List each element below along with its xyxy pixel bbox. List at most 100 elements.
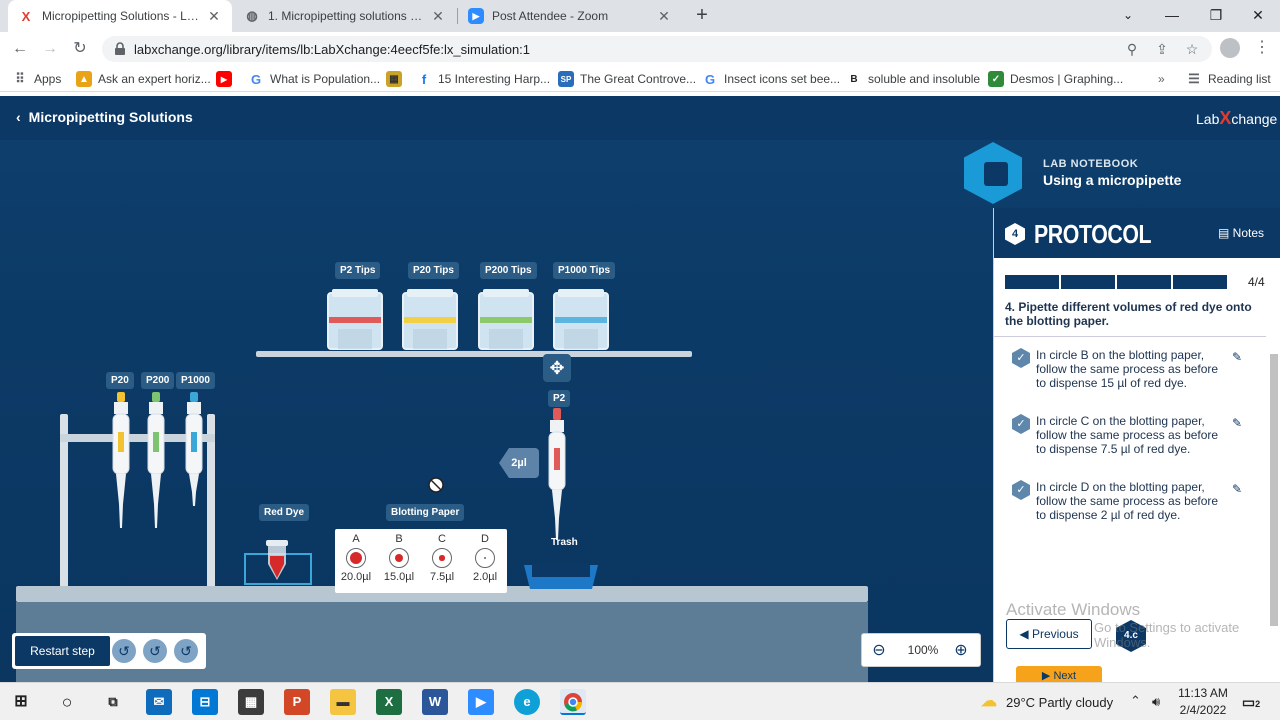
notifications-icon[interactable]: ▭2: [1238, 689, 1264, 715]
pencil-icon[interactable]: ✎: [1232, 416, 1246, 430]
tab-strip: X Micropipetting Solutions - LabXchange …: [0, 0, 1280, 32]
new-tab-button[interactable]: +: [690, 4, 714, 28]
trash-bin[interactable]: [524, 561, 598, 589]
protocol-title: PROTOCOL: [1034, 219, 1152, 249]
file-explorer-icon[interactable]: ▬: [330, 689, 356, 715]
reload-icon[interactable]: ↻: [68, 37, 92, 61]
powerpoint-icon[interactable]: P: [284, 689, 310, 715]
previous-button[interactable]: ◀ Previous: [1006, 619, 1092, 649]
circle-target: [389, 548, 409, 568]
close-icon[interactable]: ✕: [656, 8, 672, 25]
close-window-button[interactable]: ✕: [1236, 0, 1280, 32]
bookmark-soluble[interactable]: B soluble and insoluble: [846, 70, 980, 88]
pencil-icon[interactable]: ✎: [1232, 482, 1246, 496]
tab-search-icon[interactable]: ⌄: [1106, 0, 1150, 32]
weather-cloud-icon[interactable]: ☁: [976, 689, 1002, 715]
search-circle-icon[interactable]: ○: [54, 689, 80, 715]
tipbox-p200[interactable]: [477, 289, 535, 351]
menu-kebab-icon[interactable]: ⋮: [1254, 38, 1270, 58]
store-icon[interactable]: ⊟: [192, 689, 218, 715]
close-icon[interactable]: ✕: [430, 8, 446, 25]
scrollbar[interactable]: [1269, 338, 1279, 668]
circle-b[interactable]: B 15.0µl: [379, 533, 419, 583]
bookmark-youtube[interactable]: ▶: [216, 70, 238, 88]
next-label: Next: [1053, 670, 1077, 682]
chevron-left-icon: ‹: [16, 109, 21, 125]
bookmark-insect[interactable]: G Insect icons set bee...: [702, 70, 840, 88]
bookmark-harp[interactable]: f 15 Interesting Harp...: [416, 70, 550, 88]
bookmark-controversy[interactable]: SP The Great Controve...: [558, 70, 696, 88]
tab-zoom[interactable]: ▶ Post Attendee - Zoom ✕: [458, 0, 682, 32]
undo-icon[interactable]: ↺: [174, 639, 198, 663]
close-icon[interactable]: ✕: [206, 8, 222, 25]
zoom-lens-icon[interactable]: ⚲: [1124, 41, 1140, 57]
address-bar[interactable]: labxchange.org/library/items/lb:LabXchan…: [102, 36, 1212, 62]
tab-labxchange[interactable]: X Micropipetting Solutions - LabXchange …: [8, 0, 232, 32]
clock-date[interactable]: 2/4/2022: [1178, 703, 1228, 717]
bookmark-label: soluble and insoluble: [868, 72, 981, 86]
circle-c[interactable]: C 7.5µl: [422, 533, 462, 583]
zoom-out-icon[interactable]: ⊖: [868, 640, 890, 662]
windows-start-icon[interactable]: ⊞: [8, 689, 34, 715]
image-icon: ▦: [386, 71, 402, 87]
minimize-button[interactable]: —: [1150, 0, 1194, 32]
pipette-p20[interactable]: [108, 392, 134, 532]
word-icon[interactable]: W: [422, 689, 448, 715]
undo-icon[interactable]: ↺: [112, 639, 136, 663]
tab-virtual-lab[interactable]: ◍ 1. Micropipetting solutions virtual la…: [234, 0, 456, 32]
pipette-window: [118, 432, 124, 452]
not-allowed-cursor-icon: [428, 477, 444, 493]
bookmark-star-icon[interactable]: ☆: [1184, 41, 1200, 57]
pipette-plunger: [117, 392, 125, 402]
lab-notebook-header[interactable]: LAB NOTEBOOK Using a micropipette: [960, 138, 1280, 208]
zoom-in-icon[interactable]: ⊕: [950, 640, 972, 662]
back-link[interactable]: ‹ Micropipetting Solutions: [16, 109, 193, 125]
move-handle-icon[interactable]: ✥: [543, 354, 571, 382]
bookmark-chegg[interactable]: ▲ Ask an expert horiz...: [76, 70, 211, 88]
forward-arrow-icon[interactable]: →: [38, 37, 62, 61]
tab-title: 1. Micropipetting solutions virtual lab: [268, 9, 424, 23]
calculator-icon[interactable]: ▦: [238, 689, 264, 715]
scrollbar-thumb[interactable]: [1270, 354, 1278, 626]
reading-list[interactable]: ☰ Reading list: [1186, 70, 1271, 88]
edge-icon[interactable]: e: [514, 689, 540, 715]
undo-icon[interactable]: ↺: [143, 639, 167, 663]
task-view-icon[interactable]: ⧉: [100, 689, 126, 715]
blotting-paper[interactable]: A 20.0µl B 15.0µl C 7.5µl D 2.0µl: [335, 529, 507, 593]
weather-text[interactable]: 29°C Partly cloudy: [1006, 695, 1113, 710]
bookmark-apps[interactable]: ⠿ Apps: [12, 70, 61, 88]
next-button[interactable]: ▶ Next: [1016, 666, 1102, 682]
chevron-up-icon[interactable]: ⌃: [1130, 693, 1141, 709]
pipette-p1000[interactable]: [181, 392, 207, 532]
circle-a[interactable]: A 20.0µl: [336, 533, 376, 583]
red-dye-tube[interactable]: [244, 536, 312, 586]
excel-icon[interactable]: X: [376, 689, 402, 715]
circle-target: [432, 548, 452, 568]
pencil-icon[interactable]: ✎: [1232, 350, 1246, 364]
zoom-app-icon[interactable]: ▶: [468, 689, 494, 715]
clock-time[interactable]: 11:13 AM: [1178, 686, 1228, 700]
bookmark-image[interactable]: ▦: [386, 70, 408, 88]
tipbox-label-p2: P2 Tips: [335, 262, 381, 279]
tipbox-p20[interactable]: [401, 289, 459, 351]
active-pipette-p2[interactable]: [544, 408, 570, 548]
facebook-icon: f: [421, 71, 427, 87]
mail-icon[interactable]: ✉: [146, 689, 172, 715]
more-bookmarks-icon[interactable]: »: [1158, 70, 1165, 88]
pipette-p200[interactable]: [143, 392, 169, 532]
share-icon[interactable]: ⇪: [1154, 41, 1170, 57]
tipbox-p1000[interactable]: [552, 289, 610, 351]
maximize-button[interactable]: ❐: [1194, 0, 1238, 32]
chrome-icon[interactable]: [560, 689, 586, 715]
restart-step-button[interactable]: Restart step: [15, 636, 110, 666]
speaker-icon[interactable]: 🔊︎: [1152, 694, 1160, 710]
notes-button[interactable]: ▤ Notes: [1218, 226, 1264, 240]
back-arrow-icon[interactable]: ←: [8, 37, 32, 61]
profile-avatar[interactable]: [1220, 38, 1240, 58]
bookmark-desmos[interactable]: ✓ Desmos | Graphing...: [988, 70, 1123, 88]
labxchange-logo[interactable]: LabXchange: [1196, 108, 1277, 129]
tipbox-p2[interactable]: [326, 289, 384, 351]
notes-label: Notes: [1232, 226, 1265, 240]
bookmark-population[interactable]: G What is Population...: [248, 70, 380, 88]
circle-d[interactable]: D 2.0µl: [465, 533, 505, 583]
